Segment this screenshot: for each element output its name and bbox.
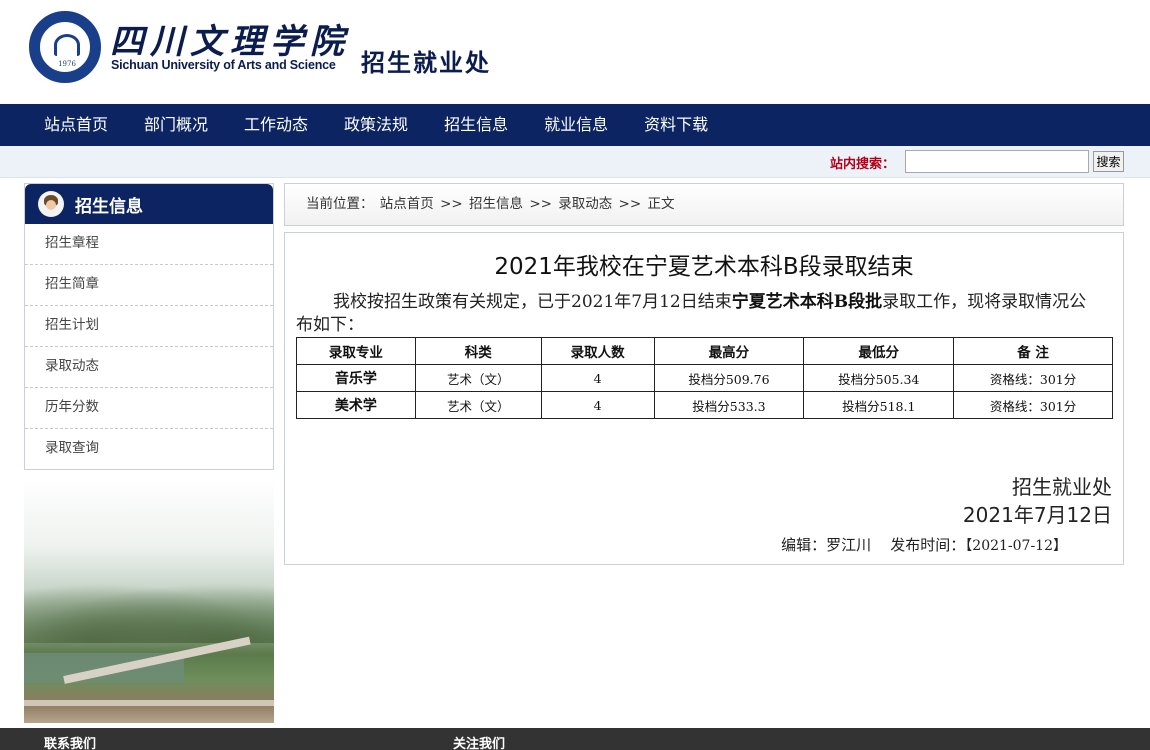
- search-input[interactable]: [905, 150, 1089, 173]
- table-cell-remarks: 资格线：301分: [953, 391, 1113, 419]
- table-cell-max-score: 投档分509.76: [653, 364, 805, 392]
- seal-emblem-icon: [54, 34, 80, 56]
- breadcrumb: 当前位置： 站点首页 >> 招生信息 >> 录取动态 >> 正文: [284, 183, 1124, 226]
- seal-year: 1976: [58, 60, 76, 68]
- school-name-en: Sichuan University of Arts and Science: [111, 58, 336, 72]
- publish-label: 发布时间：: [890, 536, 966, 554]
- table-cell-min-score: 投档分518.1: [803, 391, 955, 419]
- nav-item-employment[interactable]: 就业信息: [526, 104, 626, 146]
- table-header-major: 录取专业: [296, 337, 416, 365]
- table-cell-min-score: 投档分505.34: [803, 364, 955, 392]
- sidebar: 招生信息 招生章程 招生简章 招生计划 录取动态 历年分数 录取查询: [24, 183, 274, 470]
- university-seal-logo[interactable]: 1976: [29, 11, 101, 83]
- avatar-icon: [38, 191, 64, 217]
- search-bar: 站内搜索： 搜索: [0, 146, 1150, 178]
- nav-item-news[interactable]: 工作动态: [226, 104, 326, 146]
- signature-date: 2021年7月12日: [962, 503, 1112, 527]
- sidebar-item-plan[interactable]: 招生计划: [25, 306, 273, 347]
- breadcrumb-admission[interactable]: 招生信息: [469, 196, 523, 212]
- sidebar-title: 招生信息: [75, 197, 143, 217]
- article-body-pre: 我校按招生政策有关规定，已于2021年7月12日结束: [333, 292, 732, 312]
- table-header-count: 录取人数: [540, 337, 655, 365]
- article-body-bold: 宁夏艺术本科B段批: [731, 292, 883, 312]
- table-cell-major: 音乐学: [296, 364, 416, 392]
- sidebar-item-charter[interactable]: 招生章程: [25, 224, 273, 265]
- sidebar-item-past-scores[interactable]: 历年分数: [25, 388, 273, 429]
- nav-item-overview[interactable]: 部门概况: [126, 104, 226, 146]
- editor-name: 罗江川: [826, 536, 872, 554]
- table-header-max-score: 最高分: [653, 337, 805, 365]
- nav-item-downloads[interactable]: 资料下载: [626, 104, 726, 146]
- admission-table: 录取专业 科类 录取人数 最高分 最低分 备 注 音乐学 艺术（文） 4 投档分…: [296, 337, 1113, 419]
- site-header: 1976 四川文理学院 Sichuan University of Arts a…: [0, 0, 1150, 104]
- table-cell-count: 4: [540, 364, 655, 392]
- sidebar-item-admission-query[interactable]: 录取查询: [25, 429, 273, 470]
- breadcrumb-separator: >>: [440, 196, 463, 212]
- table-header-row: 录取专业 科类 录取人数 最高分 最低分 备 注: [296, 337, 1113, 365]
- nav-item-home[interactable]: 站点首页: [26, 104, 126, 146]
- table-cell-count: 4: [540, 391, 655, 419]
- article: 2021年我校在宁夏艺术本科B段录取结束 我校按招生政策有关规定，已于2021年…: [284, 232, 1124, 565]
- nav-item-policy[interactable]: 政策法规: [326, 104, 426, 146]
- sidebar-item-brochure[interactable]: 招生简章: [25, 265, 273, 306]
- campus-scenery-image: [24, 478, 274, 723]
- main-nav: 站点首页 部门概况 工作动态 政策法规 招生信息 就业信息 资料下载: [0, 104, 1150, 146]
- breadcrumb-current: 正文: [647, 196, 675, 212]
- breadcrumb-separator: >>: [618, 196, 642, 212]
- school-name-cn: 四川文理学院: [110, 22, 350, 62]
- search-label: 站内搜索：: [830, 157, 896, 172]
- article-title: 2021年我校在宁夏艺术本科B段录取结束: [494, 254, 914, 280]
- breadcrumb-home[interactable]: 站点首页: [380, 196, 434, 212]
- scenery-walkway: [24, 700, 274, 706]
- table-cell-major: 美术学: [296, 391, 416, 419]
- sidebar-item-admission-news[interactable]: 录取动态: [25, 347, 273, 388]
- breadcrumb-separator: >>: [529, 196, 552, 212]
- sidebar-header: 招生信息: [25, 184, 273, 224]
- table-cell-category: 艺术（文）: [414, 364, 542, 392]
- footer-follow-heading: 关注我们: [453, 737, 506, 750]
- table-row: 音乐学 艺术（文） 4 投档分509.76 投档分505.34 资格线：301分: [296, 364, 1113, 392]
- table-cell-category: 艺术（文）: [414, 391, 542, 419]
- table-header-min-score: 最低分: [803, 337, 955, 365]
- department-name: 招生就业处: [361, 49, 491, 77]
- signature-department: 招生就业处: [1012, 475, 1112, 499]
- seal-inner: 1976: [38, 20, 92, 74]
- table-cell-remarks: 资格线：301分: [953, 364, 1113, 392]
- scenery-trees: [24, 583, 274, 643]
- site-footer: 联系我们 关注我们: [0, 728, 1150, 750]
- footer-contact-heading: 联系我们: [44, 737, 97, 750]
- article-meta: 编辑：罗江川 发布时间：【2021-07-12】: [781, 534, 1067, 555]
- publish-time: 【2021-07-12】: [965, 538, 1067, 554]
- search-button[interactable]: 搜索: [1093, 151, 1124, 172]
- table-header-category: 科类: [414, 337, 542, 365]
- article-body: 我校按招生政策有关规定，已于2021年7月12日结束宁夏艺术本科B段批录取工作，…: [296, 291, 1101, 337]
- editor-label: 编辑：: [781, 536, 827, 554]
- table-header-remarks: 备 注: [953, 337, 1113, 365]
- breadcrumb-admission-news[interactable]: 录取动态: [558, 196, 612, 212]
- breadcrumb-prefix: 当前位置：: [306, 196, 374, 212]
- table-cell-max-score: 投档分533.3: [653, 391, 805, 419]
- table-row: 美术学 艺术（文） 4 投档分533.3 投档分518.1 资格线：301分: [296, 391, 1113, 419]
- nav-item-admission[interactable]: 招生信息: [426, 104, 526, 146]
